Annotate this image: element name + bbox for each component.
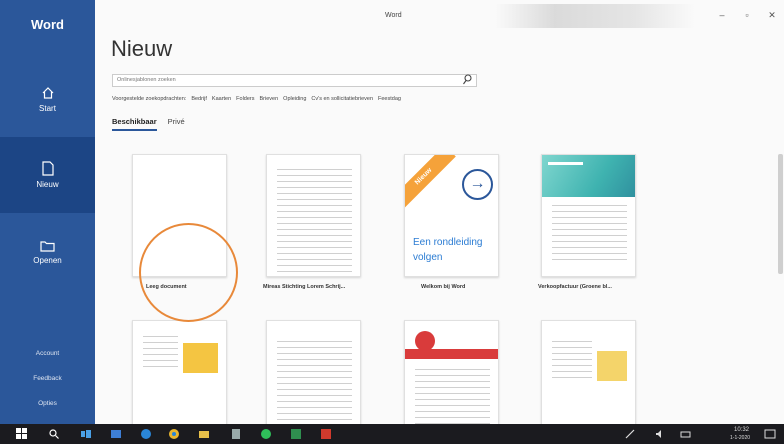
chrome-icon[interactable] [168, 428, 180, 440]
sidebar-item-label: Openen [33, 255, 62, 265]
network-icon[interactable] [624, 428, 636, 440]
folder-icon [40, 240, 55, 252]
new-badge: Nieuw [405, 155, 456, 209]
minimize-icon[interactable]: – [715, 10, 729, 20]
battery-icon[interactable] [680, 428, 692, 440]
text-lines [552, 341, 592, 383]
backstage-sidebar: Word Start Nieuw Openen Account Feedback… [0, 0, 95, 424]
sidebar-item-start[interactable]: Start [0, 74, 95, 124]
search-icon[interactable] [462, 73, 473, 87]
red-band [405, 349, 498, 359]
spotify-icon[interactable] [260, 428, 272, 440]
suggested-link-holiday[interactable]: Feestdag [378, 96, 401, 102]
yellow-block [597, 351, 627, 381]
suggested-link-flyers[interactable]: Folders [236, 96, 254, 102]
text-lines [552, 205, 627, 265]
notifications-icon[interactable] [764, 428, 776, 440]
suggested-searches: Voorgestelde zoekopdrachten: Bedrijf Kaa… [112, 96, 401, 102]
sidebar-options[interactable]: Opties [0, 400, 95, 407]
maximize-icon[interactable]: ▫ [740, 10, 754, 20]
suggested-link-letters[interactable]: Brieven [260, 96, 279, 102]
clock-date[interactable]: 1-1-2020 [730, 435, 750, 441]
template-thumbnail[interactable] [404, 320, 499, 424]
tab-available[interactable]: Beschikbaar [112, 117, 157, 131]
page-title: Nieuw [111, 36, 173, 61]
windows-start-icon[interactable] [16, 428, 28, 440]
calculator-icon[interactable] [230, 428, 242, 440]
arrow-right-icon: → [462, 169, 493, 200]
suggested-link-business[interactable]: Bedrijf [191, 96, 207, 102]
template-thumbnail[interactable]: Nieuw → Een rondleiding volgen [404, 154, 499, 277]
template-thumbnail[interactable] [266, 320, 361, 424]
scrollbar-thumb[interactable] [778, 154, 783, 274]
edge-icon[interactable] [140, 428, 152, 440]
text-lines [415, 369, 490, 424]
template-label: Verkoopfactuur (Groene bl... [538, 284, 612, 290]
template-label: Mireas Stichting Lorem Schrij... [263, 284, 346, 290]
sidebar-feedback[interactable]: Feedback [0, 375, 95, 382]
template-thumbnail[interactable] [541, 154, 636, 277]
excel-icon[interactable] [290, 428, 302, 440]
template-tabs: Beschikbaar Privé [112, 117, 185, 131]
template-thumbnail[interactable] [266, 154, 361, 277]
yellow-block [183, 343, 218, 373]
text-lines [277, 169, 352, 276]
task-view-icon[interactable] [80, 428, 92, 440]
suggested-link-resumes[interactable]: Cv's en sollicitatiebrieven [311, 96, 373, 102]
sidebar-item-new[interactable]: Nieuw [0, 137, 95, 213]
tab-private[interactable]: Privé [168, 117, 185, 131]
app-brand: Word [31, 16, 64, 32]
tour-text: Een rondleiding volgen [413, 237, 483, 263]
people-icon[interactable] [110, 428, 122, 440]
clock-time[interactable]: 10:32 [734, 427, 749, 433]
text-lines [143, 336, 178, 372]
new-document-icon [41, 161, 54, 176]
sidebar-item-label: Start [39, 103, 56, 113]
close-icon[interactable]: ✕ [765, 10, 779, 21]
scrollbar[interactable] [776, 150, 784, 418]
red-badge [415, 331, 435, 351]
template-thumbnail[interactable] [541, 320, 636, 424]
titlebar-blur [495, 4, 695, 28]
invoice-header [542, 155, 635, 197]
volume-icon[interactable] [654, 428, 666, 440]
search-placeholder: Onlinesjablonen zoeken [117, 77, 176, 83]
suggested-label: Voorgestelde zoekopdrachten: [112, 96, 187, 102]
home-icon [42, 86, 53, 99]
sidebar-item-label: Nieuw [36, 180, 59, 189]
search-icon[interactable] [48, 428, 60, 440]
window-title: Word [385, 12, 402, 19]
suggested-link-education[interactable]: Opleiding [283, 96, 306, 102]
file-explorer-icon[interactable] [198, 428, 210, 440]
acrobat-icon[interactable] [320, 428, 332, 440]
template-label: Welkom bij Word [421, 284, 466, 290]
suggested-link-cards[interactable]: Kaarten [212, 96, 231, 102]
taskbar: 10:32 1-1-2020 [0, 424, 784, 444]
main-panel: Word – ▫ ✕ Nieuw Onlinesjablonen zoeken … [95, 0, 784, 424]
template-thumbnail[interactable] [132, 320, 227, 424]
search-input[interactable]: Onlinesjablonen zoeken [112, 74, 477, 87]
highlight-circle [139, 223, 238, 322]
text-lines [277, 341, 352, 424]
title-bar: Word – ▫ ✕ [95, 0, 784, 30]
sidebar-item-open[interactable]: Openen [0, 224, 95, 280]
sidebar-account[interactable]: Account [0, 350, 95, 357]
